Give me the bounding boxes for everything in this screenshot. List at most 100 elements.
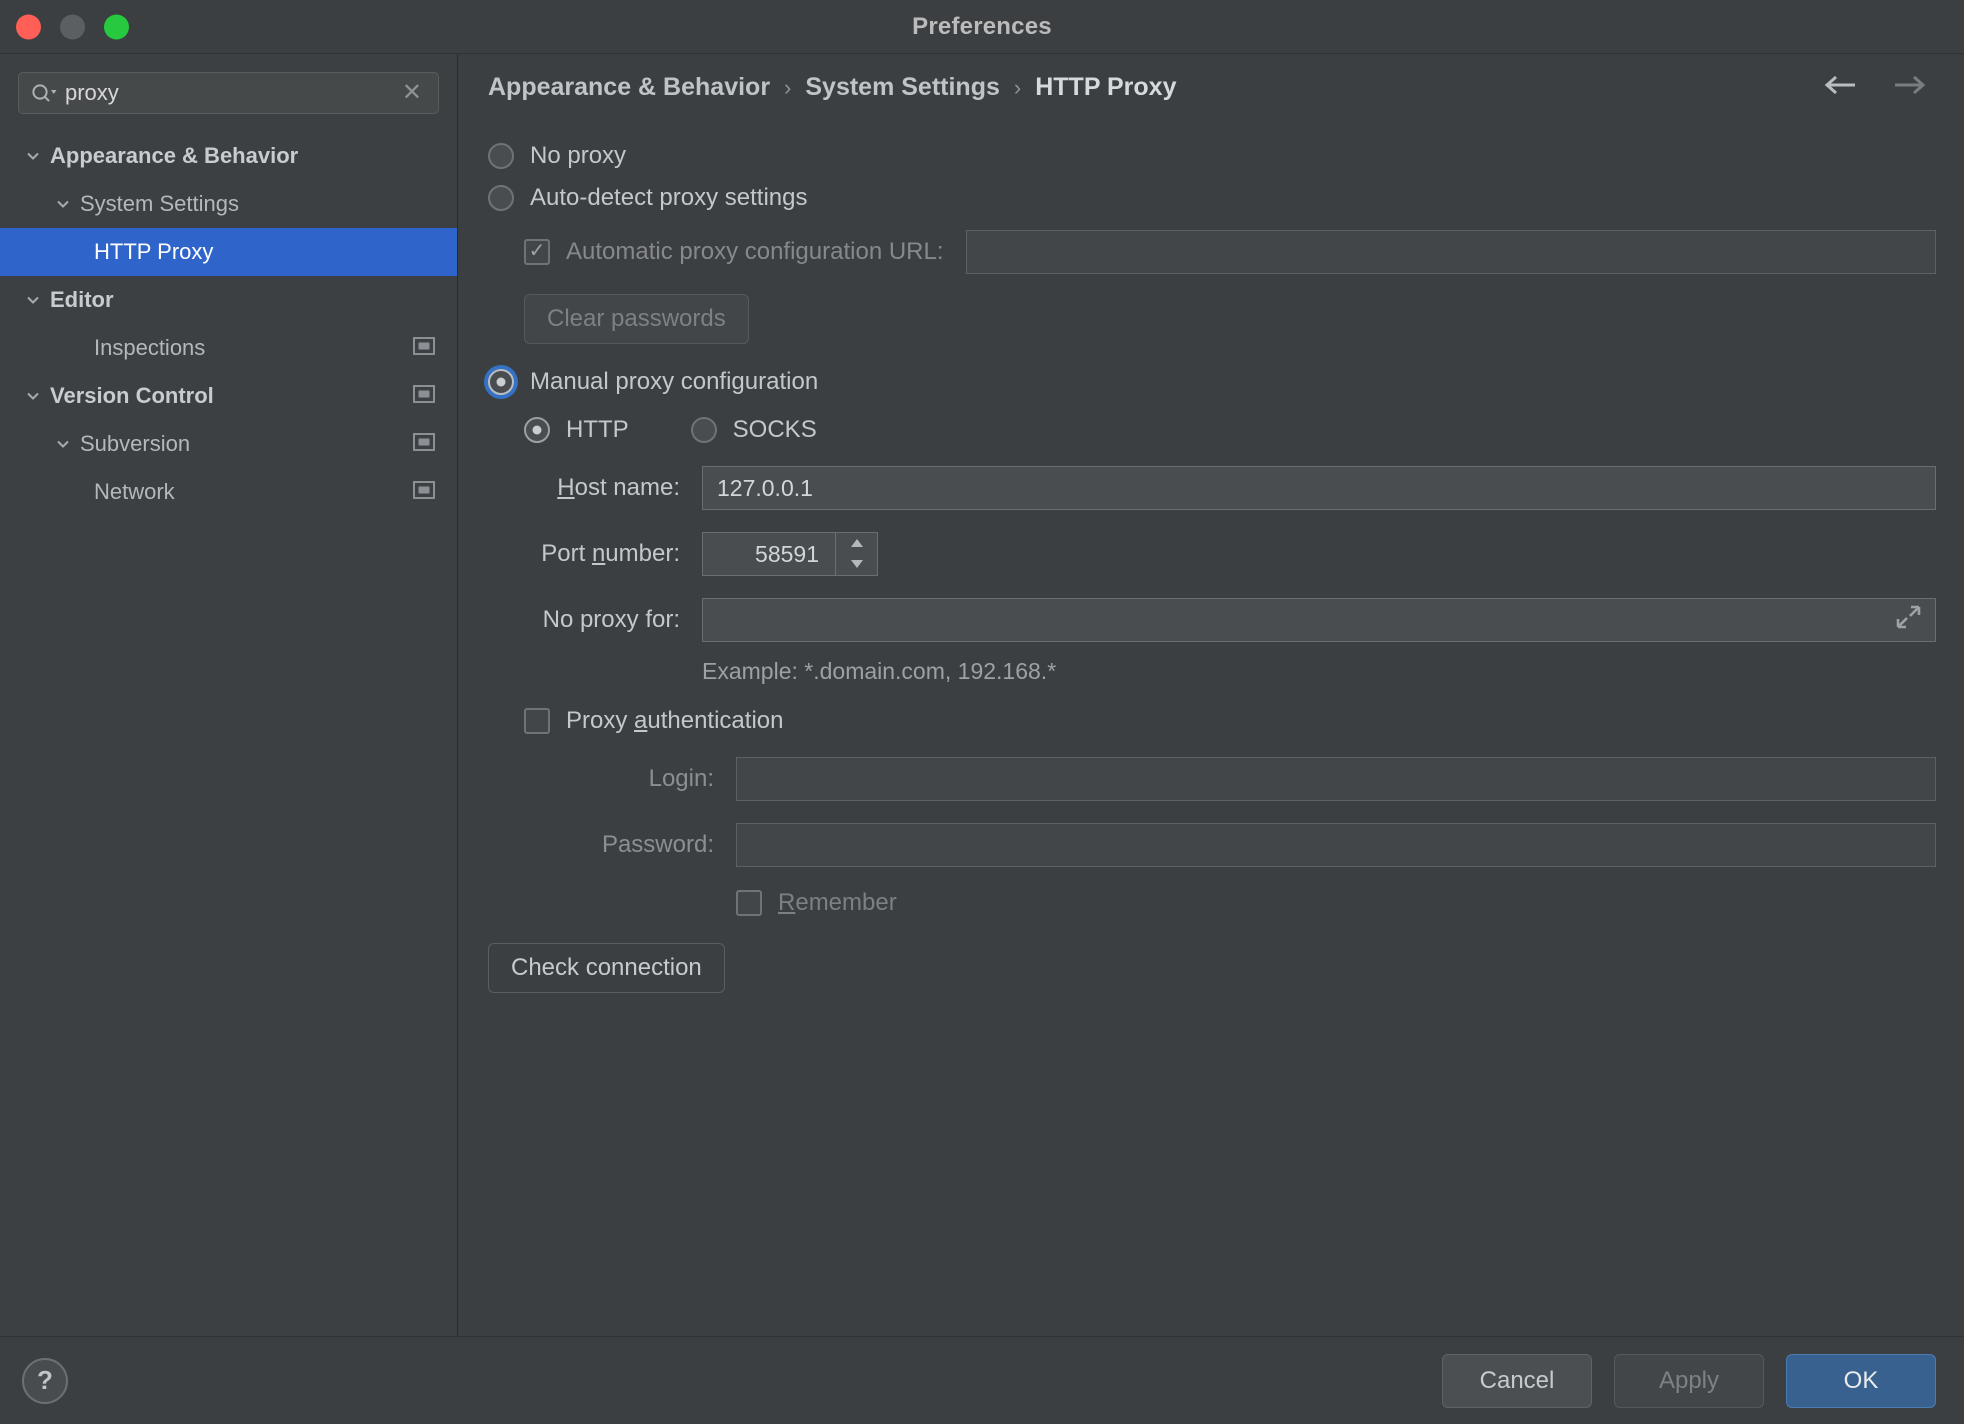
http-proxy-settings-form: No proxy Auto-detect proxy settings Auto… bbox=[458, 120, 1964, 1336]
clear-passwords-row: Clear passwords bbox=[488, 294, 1936, 344]
settings-main-panel: Appearance & Behavior › System Settings … bbox=[458, 54, 1964, 1336]
manual-proxy-label: Manual proxy configuration bbox=[530, 368, 819, 395]
sidebar-item-http-proxy[interactable]: HTTP Proxy bbox=[0, 228, 457, 276]
manual-proxy-radio[interactable] bbox=[488, 369, 514, 395]
window-title: Preferences bbox=[912, 12, 1052, 40]
sidebar-item-label: System Settings bbox=[80, 191, 239, 216]
no-proxy-label: No proxy bbox=[530, 142, 627, 169]
project-scope-icon bbox=[413, 383, 435, 409]
title-bar: Preferences bbox=[0, 0, 1964, 54]
dialog-footer: ? Cancel Apply OK bbox=[0, 1336, 1964, 1424]
remember-row: Remember bbox=[488, 889, 1936, 917]
sidebar-item-network[interactable]: Network bbox=[0, 468, 457, 516]
pac-url-label: Automatic proxy configuration URL: bbox=[566, 238, 944, 265]
password-row: Password: bbox=[488, 823, 1936, 867]
sidebar-item-appearance-behavior[interactable]: Appearance & Behavior bbox=[0, 132, 457, 180]
cancel-button[interactable]: Cancel bbox=[1442, 1353, 1592, 1408]
breadcrumb-item-0[interactable]: Appearance & Behavior bbox=[488, 73, 770, 102]
http-label: HTTP bbox=[566, 416, 629, 443]
ok-button[interactable]: OK bbox=[1786, 1353, 1936, 1408]
no-proxy-radio[interactable] bbox=[488, 143, 514, 169]
proxy-authentication-label: Proxy authentication bbox=[566, 707, 784, 734]
port-number-input[interactable]: 58591 bbox=[702, 532, 836, 576]
maximize-window-button[interactable] bbox=[104, 14, 129, 39]
sidebar-item-version-control[interactable]: Version Control bbox=[0, 372, 457, 420]
sidebar-item-label: Network bbox=[94, 479, 175, 504]
chevron-down-icon[interactable] bbox=[18, 147, 48, 165]
example-hint-row: Example: *.domain.com, 192.168.* bbox=[488, 658, 1936, 685]
sidebar-item-editor[interactable]: Editor bbox=[0, 276, 457, 324]
project-scope-icon bbox=[413, 479, 435, 505]
auto-detect-label: Auto-detect proxy settings bbox=[530, 184, 808, 211]
search-box[interactable]: proxy ✕ bbox=[18, 72, 439, 114]
socks-radio[interactable] bbox=[690, 417, 717, 443]
breadcrumb: Appearance & Behavior › System Settings … bbox=[488, 73, 1822, 102]
minimize-window-button[interactable] bbox=[60, 14, 85, 39]
settings-tree: Appearance & Behavior System Settings HT… bbox=[0, 128, 457, 1336]
sidebar-item-label: Appearance & Behavior bbox=[50, 143, 299, 168]
breadcrumb-bar: Appearance & Behavior › System Settings … bbox=[458, 54, 1964, 120]
search-input[interactable]: proxy bbox=[57, 80, 398, 106]
http-radio[interactable] bbox=[524, 417, 550, 443]
chevron-down-icon[interactable] bbox=[48, 195, 78, 213]
project-scope-icon bbox=[413, 335, 435, 361]
remember-checkbox bbox=[736, 890, 762, 916]
project-scope-icon bbox=[413, 431, 435, 457]
login-input bbox=[736, 757, 1936, 801]
login-label: Login: bbox=[648, 765, 714, 792]
proxy-authentication-checkbox[interactable] bbox=[524, 708, 550, 734]
proxy-authentication-row[interactable]: Proxy authentication bbox=[488, 707, 1936, 735]
clear-passwords-button: Clear passwords bbox=[524, 294, 749, 344]
check-connection-row: Check connection bbox=[488, 943, 1936, 993]
sidebar-item-inspections[interactable]: Inspections bbox=[0, 324, 457, 372]
host-name-label: Host name: bbox=[557, 474, 680, 501]
breadcrumb-separator: › bbox=[1013, 74, 1022, 100]
clear-icon[interactable]: ✕ bbox=[398, 81, 426, 105]
chevron-down-icon[interactable] bbox=[18, 291, 48, 309]
chevron-down-icon[interactable] bbox=[18, 387, 48, 405]
breadcrumb-item-2: HTTP Proxy bbox=[1035, 72, 1177, 101]
example-hint: Example: *.domain.com, 192.168.* bbox=[702, 658, 1057, 684]
breadcrumb-item-1[interactable]: System Settings bbox=[805, 73, 1000, 102]
breadcrumb-separator: › bbox=[784, 74, 792, 100]
window-body: proxy ✕ Appearance & Behavior System Set… bbox=[0, 54, 1964, 1336]
sidebar-item-subversion[interactable]: Subversion bbox=[0, 420, 457, 468]
auto-detect-option[interactable]: Auto-detect proxy settings bbox=[488, 184, 1936, 212]
sidebar-item-label: Inspections bbox=[94, 335, 206, 360]
close-window-button[interactable] bbox=[16, 14, 41, 39]
apply-button: Apply bbox=[1614, 1353, 1764, 1408]
socks-label: SOCKS bbox=[732, 416, 817, 443]
no-proxy-for-label: No proxy for: bbox=[542, 606, 680, 633]
host-name-row: Host name: 127.0.0.1 bbox=[488, 466, 1936, 510]
password-input bbox=[736, 823, 1936, 867]
host-name-input[interactable]: 127.0.0.1 bbox=[702, 466, 1936, 510]
caret-up-icon[interactable] bbox=[849, 535, 865, 553]
dialog-buttons: Cancel Apply OK bbox=[1442, 1353, 1936, 1408]
search-icon bbox=[31, 82, 57, 104]
pac-url-row: Automatic proxy configuration URL: bbox=[488, 230, 1936, 274]
sidebar-item-label: Version Control bbox=[50, 383, 214, 408]
chevron-down-icon[interactable] bbox=[48, 435, 78, 453]
login-row: Login: bbox=[488, 757, 1936, 801]
port-number-stepper[interactable] bbox=[836, 532, 878, 576]
sidebar-item-system-settings[interactable]: System Settings bbox=[0, 180, 457, 228]
navigation-arrows bbox=[1822, 73, 1936, 102]
remember-label: Remember bbox=[778, 889, 897, 916]
no-proxy-for-input[interactable] bbox=[702, 598, 1936, 642]
port-number-row: Port number: 58591 bbox=[488, 532, 1936, 576]
protocol-row: HTTP SOCKS bbox=[488, 416, 1936, 444]
arrow-left-icon[interactable] bbox=[1822, 73, 1860, 102]
pac-url-input bbox=[965, 230, 1936, 274]
manual-proxy-option[interactable]: Manual proxy configuration bbox=[488, 368, 1936, 396]
sidebar-item-label: Editor bbox=[50, 287, 114, 312]
sidebar-item-label: HTTP Proxy bbox=[94, 239, 214, 264]
no-proxy-option[interactable]: No proxy bbox=[488, 142, 1936, 170]
window-controls bbox=[16, 14, 129, 39]
expand-icon[interactable] bbox=[1895, 604, 1921, 636]
arrow-right-icon[interactable] bbox=[1890, 73, 1928, 102]
caret-down-icon[interactable] bbox=[849, 556, 865, 574]
auto-detect-radio[interactable] bbox=[488, 185, 514, 211]
pac-url-checkbox bbox=[524, 239, 550, 265]
help-icon[interactable]: ? bbox=[22, 1357, 68, 1404]
check-connection-button[interactable]: Check connection bbox=[488, 943, 725, 993]
